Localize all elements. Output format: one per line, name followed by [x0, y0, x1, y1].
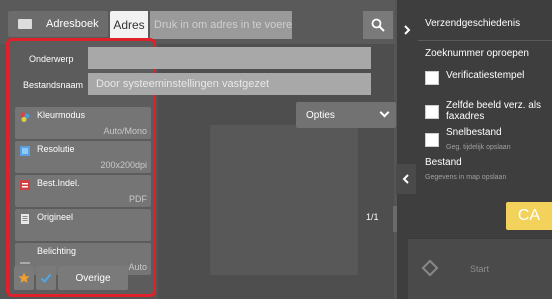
star-icon	[18, 272, 30, 283]
original-icon	[21, 214, 29, 224]
file-format-icon	[20, 180, 30, 190]
addressbook-button[interactable]: Adresboek	[8, 11, 108, 37]
send-history[interactable]: Verzendgeschiedenis	[425, 18, 520, 29]
panel-collapse-toggle[interactable]	[396, 164, 416, 194]
panel-toggle[interactable]	[397, 10, 417, 50]
chevron-down-icon	[379, 107, 390, 118]
file-label[interactable]: Bestand	[425, 157, 462, 168]
setting-value: Auto/Mono	[103, 126, 147, 136]
verification-stamp-checkbox[interactable]	[425, 71, 439, 85]
same-image-checkbox[interactable]	[425, 105, 439, 119]
setting-title: Resolutie	[37, 144, 75, 154]
search-icon	[371, 18, 385, 32]
chevron-left-icon	[402, 174, 409, 184]
search-button[interactable]	[363, 11, 393, 39]
confirm-button[interactable]	[36, 266, 56, 290]
chevron-right-icon	[404, 25, 411, 35]
options-label: Opties	[306, 109, 335, 121]
setting-value: 200x200dpi	[100, 160, 147, 170]
subject-input[interactable]	[88, 47, 371, 69]
other-button[interactable]: Overige	[58, 266, 128, 290]
resolution-icon	[20, 146, 30, 156]
subject-label: Onderwerp	[29, 54, 74, 64]
setting-color-mode[interactable]: Kleurmodus Auto/Mono	[15, 107, 151, 139]
options-dropdown[interactable]: Opties	[296, 102, 396, 128]
start-icon	[421, 259, 439, 277]
page-counter: 1/1	[366, 212, 379, 222]
same-image-label: Zelfde beeld verz. als faxadres	[446, 100, 542, 122]
quick-file-sub: Geg. tijdelijk opslaan	[446, 144, 511, 151]
setting-title: Origineel	[37, 212, 74, 222]
check-icon	[40, 273, 52, 283]
recall-number[interactable]: Zoeknummer oproepen	[425, 48, 529, 59]
filename-value: Door systeeminstellingen vastgezet	[96, 78, 270, 90]
setting-resolution[interactable]: Resolutie 200x200dpi	[15, 141, 151, 173]
verification-stamp-label: Verificatiestempel	[446, 70, 525, 81]
address-input[interactable]	[150, 11, 292, 39]
preview-sheet	[210, 125, 358, 275]
divider	[418, 40, 552, 41]
filename-label: Bestandsnaam	[23, 80, 84, 90]
setting-title: Best.Indel.	[37, 178, 80, 188]
setting-value: Auto	[128, 262, 147, 272]
setting-title: Kleurmodus	[37, 110, 86, 120]
quick-file-checkbox[interactable]	[425, 133, 439, 147]
ca-button[interactable]: CA	[506, 202, 552, 230]
setting-file-format[interactable]: Best.Indel. PDF	[15, 175, 151, 207]
color-mode-icon	[20, 112, 30, 122]
setting-original[interactable]: Origineel	[15, 209, 151, 241]
addressbook-label: Adresboek	[46, 18, 99, 30]
setting-title: Belichting	[37, 246, 77, 256]
settings-bottom-bar: Overige	[14, 266, 128, 290]
setting-value: PDF	[129, 194, 147, 204]
quick-file-label: Snelbestand	[446, 127, 502, 138]
addressbook-icon	[18, 19, 32, 29]
favorite-button[interactable]	[14, 266, 34, 290]
file-sub: Gegevens in map opslaan	[425, 174, 507, 181]
start-button[interactable]: Start	[408, 238, 552, 299]
start-label: Start	[470, 264, 490, 274]
address-tab[interactable]: Adres	[110, 11, 148, 39]
